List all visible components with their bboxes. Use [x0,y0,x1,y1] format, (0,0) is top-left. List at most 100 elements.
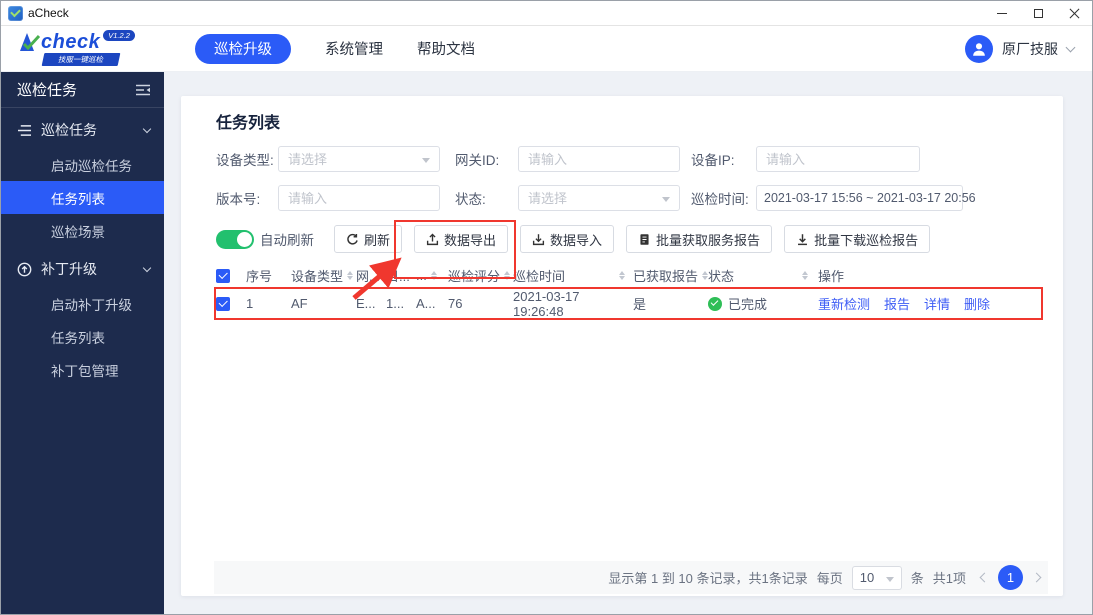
status-input[interactable] [519,186,679,210]
inspection-time-value: 2021-03-17 15:56 ~ 2021-03-17 20:56 [764,191,976,205]
per-page-select[interactable]: 10 [851,565,902,590]
menu-fold-icon[interactable] [135,83,151,97]
action-recheck-link[interactable]: 重新检测 [818,294,870,313]
data-export-button[interactable]: 数据导出 [414,225,509,253]
top-nav: 巡检升级 系统管理 帮助文档 [195,33,475,64]
auto-refresh-label: 自动刷新 [260,233,314,248]
select-all-checkbox[interactable] [216,268,230,283]
close-button[interactable] [1056,1,1092,25]
next-page-icon[interactable] [1031,572,1042,583]
device-ip-field[interactable] [756,146,920,172]
col-target[interactable]: 目... [386,266,416,285]
task-table: 序号 设备类型 网... 目... ... 巡检评分 巡检时间 已获取报告 状态… [214,262,1043,320]
sidebar-group-inspection-tasks[interactable]: 巡检任务 [1,112,164,148]
device-type-input[interactable] [279,147,439,171]
tab-help-docs[interactable]: 帮助文档 [417,38,475,59]
main-content: 任务列表 设备类型: 网关ID: 设备IP: [164,72,1092,614]
table-header-row: 序号 设备类型 网... 目... ... 巡检评分 巡检时间 已获取报告 状态… [216,262,1041,289]
version-field[interactable] [278,185,440,211]
select-caret-icon [885,576,894,582]
device-ip-input[interactable] [757,147,919,171]
refresh-icon [347,233,358,245]
page-number-button[interactable]: 1 [998,565,1023,590]
cell-seq: 1 [246,296,254,311]
sidebar-item-task-list-active[interactable]: 任务列表 [1,181,164,214]
sidebar-group-label: 巡检任务 [41,122,97,138]
gateway-id-input[interactable] [519,147,679,171]
list-icon [17,124,31,136]
logo-version-badge: V1.2.2 [103,29,135,41]
refresh-button[interactable]: 刷新 [334,225,403,253]
sidebar-item-inspection-scene[interactable]: 巡检场景 [1,214,164,247]
col-report-fetched[interactable]: 已获取报告 [633,266,708,285]
gateway-id-field[interactable] [518,146,680,172]
sort-icon [347,271,354,280]
status-select[interactable] [518,185,680,211]
pagination-bar: 显示第 1 到 10 条记录，共1条记录 每页 10 条 共1项 1 [214,561,1048,594]
sidebar-group-patch-upgrade[interactable]: 补丁升级 [1,251,164,287]
col-more[interactable]: ... [416,268,448,283]
sort-icon [430,271,437,280]
version-label: 版本号: [216,192,261,207]
export-icon [426,232,439,245]
chevron-down-icon [142,263,152,273]
device-type-label: 设备类型: [216,153,274,168]
cell-device-type: AF [291,296,308,311]
total-items: 共1项 [932,571,966,586]
version-input[interactable] [279,186,439,210]
gateway-id-label: 网关ID: [455,153,500,168]
sidebar-title: 巡检任务 [17,82,78,99]
cell-status: 已完成 [708,294,818,313]
per-page-label: 每页 [816,571,843,586]
tab-inspection-upgrade[interactable]: 巡检升级 [195,33,291,64]
logo: check V1.2.2 技服一键巡检 [19,29,169,66]
document-icon [640,233,649,245]
cell-report-fetched: 是 [633,297,647,312]
data-import-button[interactable]: 数据导入 [520,225,615,253]
action-details-link[interactable]: 详情 [924,294,950,313]
col-actions: 操作 [818,269,845,284]
col-device-type[interactable]: 设备类型 [291,266,356,285]
minimize-button[interactable] [984,1,1020,25]
sort-icon [504,271,511,280]
device-type-select[interactable] [278,146,440,172]
sort-icon [802,271,808,280]
col-status[interactable]: 状态 [708,266,818,285]
batch-download-inspection-report-button[interactable]: 批量下载巡检报告 [784,225,931,253]
sidebar-item-patch-task-list[interactable]: 任务列表 [1,320,164,353]
minimize-icon [997,12,1007,14]
maximize-icon [1033,8,1043,18]
col-score[interactable]: 巡检评分 [448,266,513,285]
prev-page-icon[interactable] [979,572,990,583]
per-page-unit: 条 [910,571,924,586]
sort-icon [619,271,625,280]
sidebar-item-patch-package-mgmt[interactable]: 补丁包管理 [1,353,164,386]
row-checkbox[interactable] [216,296,230,311]
tab-system-management[interactable]: 系统管理 [325,38,383,59]
pagination-summary: 显示第 1 到 10 条记录，共1条记录 [608,571,808,586]
close-icon [1069,8,1080,19]
action-report-link[interactable]: 报告 [884,294,910,313]
inspection-time-range-picker[interactable]: 2021-03-17 15:56 ~ 2021-03-17 20:56 [756,185,976,211]
sidebar-item-start-inspection[interactable]: 启动巡检任务 [1,148,164,181]
sidebar-item-start-patch-upgrade[interactable]: 启动补丁升级 [1,287,164,320]
cell-actions: 重新检测 报告 详情 删除 [818,294,1041,313]
batch-get-service-report-button[interactable]: 批量获取服务报告 [626,225,773,253]
inspection-time-label: 巡检时间: [691,192,749,207]
cell-gateway: E... [356,296,376,311]
col-time[interactable]: 巡检时间 [513,266,633,285]
auto-refresh-toggle[interactable] [216,229,254,249]
action-delete-link[interactable]: 删除 [964,294,990,313]
col-gateway[interactable]: 网... [356,266,386,285]
maximize-button[interactable] [1020,1,1056,25]
app-window: aCheck check V1.2.2 技服一键巡检 巡检升级 系统管理 帮助文… [0,0,1093,615]
user-menu[interactable]: 原厂技服 [965,34,1076,63]
logo-brand: check [41,30,101,53]
download-icon [798,233,808,245]
cell-time: 2021-03-17 19:26:48 [513,288,580,319]
chevron-down-icon [1065,42,1076,52]
table-row: 1 AF E... 1... A... 76 2021-03-17 19:26:… [214,287,1043,320]
logo-mark-icon [20,32,41,51]
page-title: 任务列表 [216,115,281,132]
user-avatar-icon [965,34,993,63]
